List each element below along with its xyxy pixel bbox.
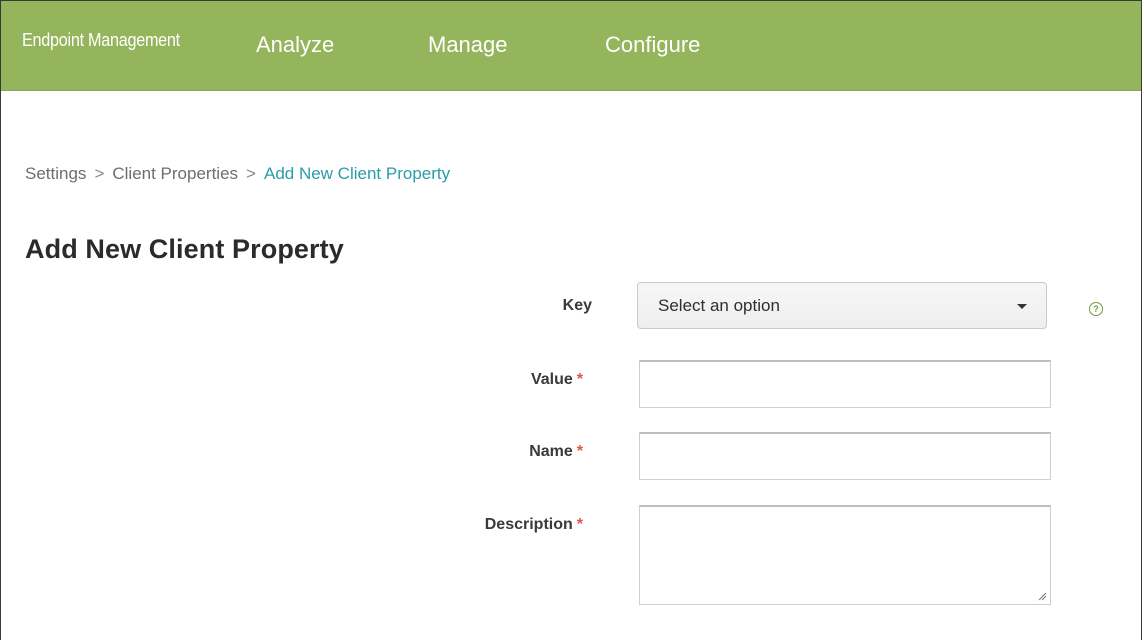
nav-analyze[interactable]: Analyze	[256, 32, 334, 58]
question-circle-icon[interactable]: ?	[1089, 302, 1103, 316]
name-label-text: Name	[529, 443, 573, 460]
breadcrumb-separator: >	[94, 164, 105, 183]
breadcrumb: Settings > Client Properties > Add New Clien…	[25, 164, 450, 184]
value-label-text: Value	[530, 371, 573, 388]
key-label: Key	[292, 297, 592, 315]
brand-logo-text: Endpoint Management	[22, 30, 180, 50]
required-marker: *	[576, 516, 583, 533]
key-select-value: Select an option	[658, 296, 780, 315]
nav-configure[interactable]: Configure	[605, 32, 700, 58]
key-label-text: Key	[562, 297, 592, 314]
description-textarea[interactable]	[639, 505, 1051, 605]
breadcrumb-settings[interactable]: Settings	[25, 164, 86, 183]
required-marker: *	[576, 443, 583, 460]
description-label: Description *	[283, 516, 583, 534]
required-marker: *	[576, 371, 583, 388]
name-input[interactable]	[639, 432, 1051, 480]
breadcrumb-current: Add New Client Property	[263, 164, 451, 183]
nav-manage[interactable]: Manage	[428, 32, 508, 58]
breadcrumb-separator: >	[246, 164, 256, 183]
breadcrumb-client-properties[interactable]: Client Properties	[112, 164, 238, 183]
name-label: Name *	[283, 443, 583, 461]
value-input[interactable]	[639, 360, 1051, 408]
value-label: Value *	[283, 371, 583, 389]
page-title: Add New Client Property	[25, 234, 344, 264]
app-window: Endpoint Management Analyze Manage Confi…	[0, 0, 1142, 640]
top-navigation-bar: Endpoint Management Analyze Manage Confi…	[1, 1, 1141, 91]
key-select[interactable]: Select an option	[637, 282, 1047, 329]
caret-down-icon	[1017, 304, 1027, 309]
resize-handle-icon[interactable]	[1037, 591, 1047, 601]
description-label-text: Description	[484, 516, 573, 533]
